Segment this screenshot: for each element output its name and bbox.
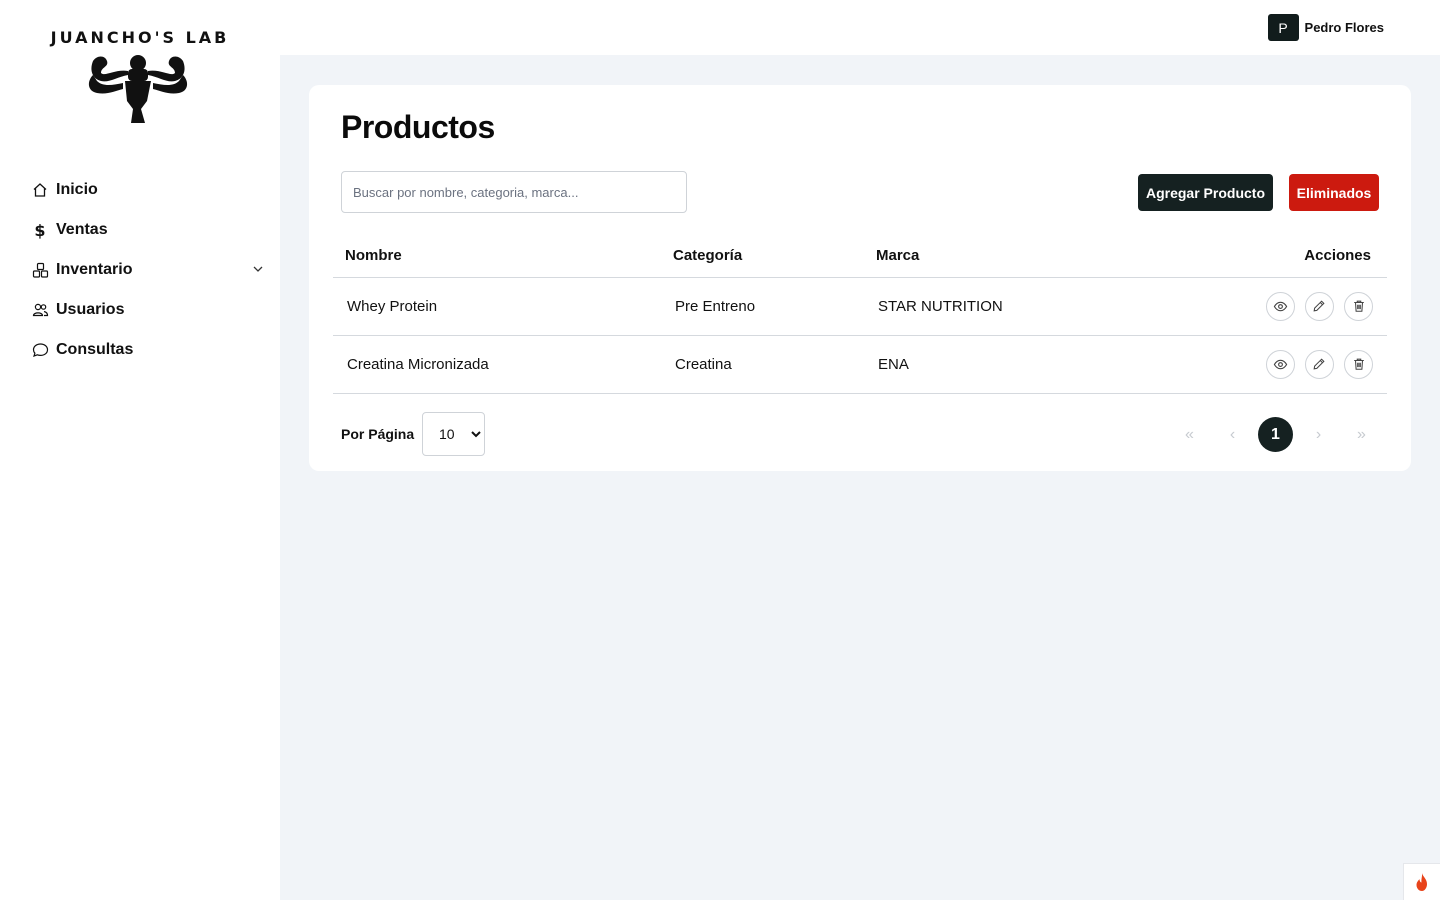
cell-nombre: Creatina Micronizada — [333, 335, 661, 394]
sidebar-item-label: Inventario — [56, 261, 133, 278]
user-menu[interactable]: P Pedro Flores — [1267, 14, 1384, 41]
first-page-button[interactable]: « — [1172, 417, 1207, 452]
view-button[interactable] — [1265, 349, 1295, 379]
column-header-acciones: Acciones — [1194, 235, 1387, 278]
boxes-icon — [30, 260, 50, 280]
users-icon — [30, 300, 50, 320]
cell-marca: STAR NUTRITION — [864, 277, 1194, 336]
last-page-button[interactable]: » — [1344, 417, 1379, 452]
chat-icon — [30, 340, 50, 360]
next-page-button[interactable]: › — [1301, 417, 1336, 452]
eye-icon — [1273, 301, 1287, 311]
sidebar-item-label: Inicio — [56, 181, 98, 198]
chevron-down-icon[interactable] — [252, 262, 264, 280]
user-name: Pedro Flores — [1304, 20, 1384, 35]
prev-page-button[interactable]: ‹ — [1215, 417, 1250, 452]
search-input[interactable] — [341, 171, 687, 213]
pencil-icon — [1313, 300, 1325, 312]
products-table: Nombre Categoría Marca Acciones Whey Pro… — [333, 235, 1387, 394]
brand-logo[interactable]: JUANCHO'S LAB — [0, 28, 280, 127]
products-card: Productos Agregar Producto Eliminados No… — [309, 85, 1411, 471]
cell-nombre: Whey Protein — [333, 277, 661, 336]
view-button[interactable] — [1265, 291, 1295, 321]
sidebar-nav: Inicio $ Ventas Inventario Usuarios Cons… — [30, 170, 270, 370]
page-1-button[interactable]: 1 — [1258, 417, 1293, 452]
deleted-products-button[interactable]: Eliminados — [1289, 174, 1379, 211]
edit-button[interactable] — [1304, 349, 1334, 379]
column-header-nombre: Nombre — [333, 235, 661, 278]
trash-icon — [1353, 300, 1364, 312]
cell-acciones — [1194, 335, 1387, 394]
add-product-button[interactable]: Agregar Producto — [1138, 174, 1273, 211]
eye-icon — [1273, 359, 1287, 369]
sidebar-item-consultas[interactable]: Consultas — [30, 330, 270, 370]
top-bar: P Pedro Flores — [280, 0, 1440, 55]
page-title: Productos — [341, 109, 495, 145]
cell-marca: ENA — [864, 335, 1194, 394]
edit-button[interactable] — [1304, 291, 1334, 321]
dollar-icon: $ — [34, 220, 46, 240]
flexing-arms-logo-icon — [88, 55, 188, 123]
column-header-marca: Marca — [864, 235, 1194, 278]
sidebar-item-label: Ventas — [56, 221, 108, 238]
sidebar: JUANCHO'S LAB Inicio $ Ventas Inventario… — [0, 0, 280, 900]
column-header-categoria: Categoría — [661, 235, 864, 278]
brand-name: JUANCHO'S LAB — [50, 28, 230, 47]
delete-button[interactable] — [1344, 349, 1373, 379]
per-page-label: Por Página — [341, 426, 415, 442]
avatar: P — [1267, 14, 1299, 41]
table-row: Whey Protein Pre Entreno STAR NUTRITION — [333, 277, 1387, 336]
flame-icon[interactable] — [1403, 863, 1440, 900]
pencil-icon — [1313, 358, 1325, 370]
cell-categoria: Pre Entreno — [661, 277, 864, 336]
sidebar-item-ventas[interactable]: $ Ventas — [30, 210, 270, 250]
cell-categoria: Creatina — [661, 335, 864, 394]
table-header-row: Nombre Categoría Marca Acciones — [333, 235, 1387, 278]
sidebar-item-label: Usuarios — [56, 301, 125, 318]
per-page-select[interactable]: 10 — [422, 412, 485, 456]
table-row: Creatina Micronizada Creatina ENA — [333, 335, 1387, 394]
delete-button[interactable] — [1344, 291, 1373, 321]
trash-icon — [1353, 358, 1364, 370]
home-icon — [30, 180, 50, 200]
sidebar-item-inicio[interactable]: Inicio — [30, 170, 270, 210]
pagination: « ‹ 1 › » — [1164, 417, 1379, 452]
sidebar-item-inventario[interactable]: Inventario — [30, 250, 270, 290]
sidebar-item-usuarios[interactable]: Usuarios — [30, 290, 270, 330]
sidebar-item-label: Consultas — [56, 341, 134, 358]
cell-acciones — [1194, 277, 1387, 336]
